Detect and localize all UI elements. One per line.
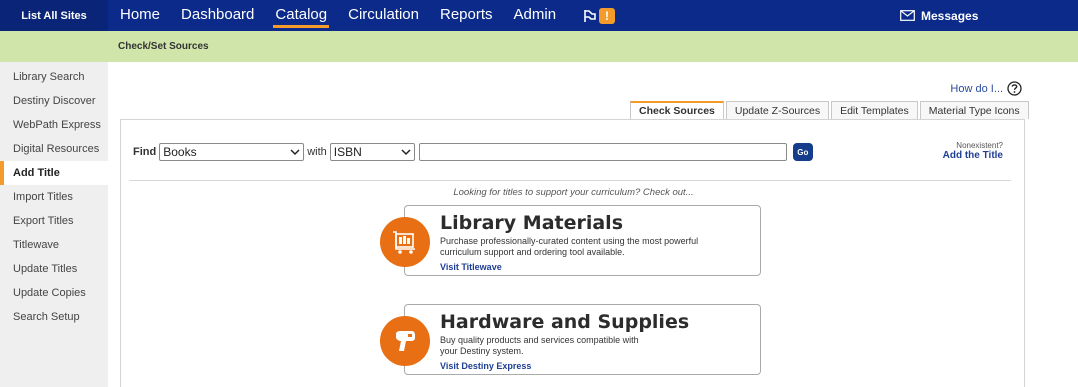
page-header-bar: Check/Set Sources <box>0 31 1078 62</box>
find-row: Find Books with ISBN Go <box>133 143 813 161</box>
sidebar: Library Search Destiny Discover WebPath … <box>0 62 108 387</box>
with-label: with <box>307 146 327 158</box>
chevron-down-icon <box>290 148 300 155</box>
sidebar-item-digital-resources[interactable]: Digital Resources <box>0 137 108 161</box>
page-title: Check/Set Sources <box>118 41 209 52</box>
barcode-scanner-icon <box>380 316 430 366</box>
material-type-value: Books <box>163 145 197 159</box>
nav-reports[interactable]: Reports <box>438 3 495 28</box>
material-type-select[interactable]: Books <box>159 143 305 161</box>
flag-icon <box>584 9 596 22</box>
sidebar-item-add-title[interactable]: Add Title <box>0 161 108 185</box>
top-nav-bar: List All Sites Home Dashboard Catalog Ci… <box>0 0 1078 31</box>
sidebar-item-search-setup[interactable]: Search Setup <box>0 305 108 329</box>
sidebar-item-export-titles[interactable]: Export Titles <box>0 209 108 233</box>
sidebar-item-destiny-discover[interactable]: Destiny Discover <box>0 89 108 113</box>
source-tabs: Check Sources Update Z-Sources Edit Temp… <box>630 101 1031 119</box>
help-label: How do I... <box>950 82 1003 95</box>
promo-title: Hardware and Supplies <box>440 311 690 333</box>
nav-home[interactable]: Home <box>118 3 162 28</box>
sidebar-item-webpath-express[interactable]: WebPath Express <box>0 113 108 137</box>
nav-admin[interactable]: Admin <box>512 3 559 28</box>
nonexistent-block: Nonexistent? Add the Title <box>943 141 1003 161</box>
sidebar-item-update-titles[interactable]: Update Titles <box>0 257 108 281</box>
help-link[interactable]: How do I... <box>950 81 1022 96</box>
promo-library-materials: Library Materials Purchase professionall… <box>380 205 761 276</box>
promo-title: Library Materials <box>440 212 624 234</box>
messages-button[interactable]: Messages <box>900 0 978 31</box>
sidebar-item-import-titles[interactable]: Import Titles <box>0 185 108 209</box>
nav-circulation[interactable]: Circulation <box>346 3 421 28</box>
list-all-sites-button[interactable]: List All Sites <box>0 0 108 31</box>
go-button[interactable]: Go <box>792 143 813 161</box>
main-panel: Find Books with ISBN Go Nonexistent? Add… <box>120 119 1025 387</box>
alert-badge: ! <box>599 7 616 24</box>
main-nav: Home Dashboard Catalog Circulation Repor… <box>118 0 616 31</box>
promo-description: Buy quality products and services compat… <box>440 335 639 356</box>
nav-dashboard[interactable]: Dashboard <box>179 3 256 28</box>
search-input[interactable] <box>418 143 787 161</box>
chevron-down-icon <box>401 148 411 155</box>
sidebar-item-library-search[interactable]: Library Search <box>0 65 108 89</box>
search-field-select[interactable]: ISBN <box>329 143 415 161</box>
divider <box>129 180 1011 181</box>
sidebar-item-titlewave[interactable]: Titlewave <box>0 233 108 257</box>
tab-update-z-sources[interactable]: Update Z-Sources <box>725 101 830 119</box>
visit-destiny-express-link[interactable]: Visit Destiny Express <box>440 361 531 371</box>
mail-icon <box>900 10 915 21</box>
cart-icon <box>380 217 430 267</box>
find-label: Find <box>133 146 157 158</box>
search-field-value: ISBN <box>333 145 362 159</box>
tab-check-sources[interactable]: Check Sources <box>630 101 724 119</box>
promo-hardware-supplies: Hardware and Supplies Buy quality produc… <box>380 304 761 375</box>
promo-description: Purchase professionally-curated content … <box>440 236 699 257</box>
alerts-button[interactable]: ! <box>583 7 616 24</box>
curriculum-note: Looking for titles to support your curri… <box>453 187 694 198</box>
visit-titlewave-link[interactable]: Visit Titlewave <box>440 262 502 272</box>
tab-material-type-icons[interactable]: Material Type Icons <box>919 101 1029 119</box>
sidebar-item-update-copies[interactable]: Update Copies <box>0 281 108 305</box>
messages-label: Messages <box>921 8 979 23</box>
question-circle-icon <box>1007 81 1022 96</box>
nav-catalog[interactable]: Catalog <box>273 3 330 28</box>
tab-edit-templates[interactable]: Edit Templates <box>831 101 918 119</box>
add-the-title-link[interactable]: Add the Title <box>943 151 1003 161</box>
